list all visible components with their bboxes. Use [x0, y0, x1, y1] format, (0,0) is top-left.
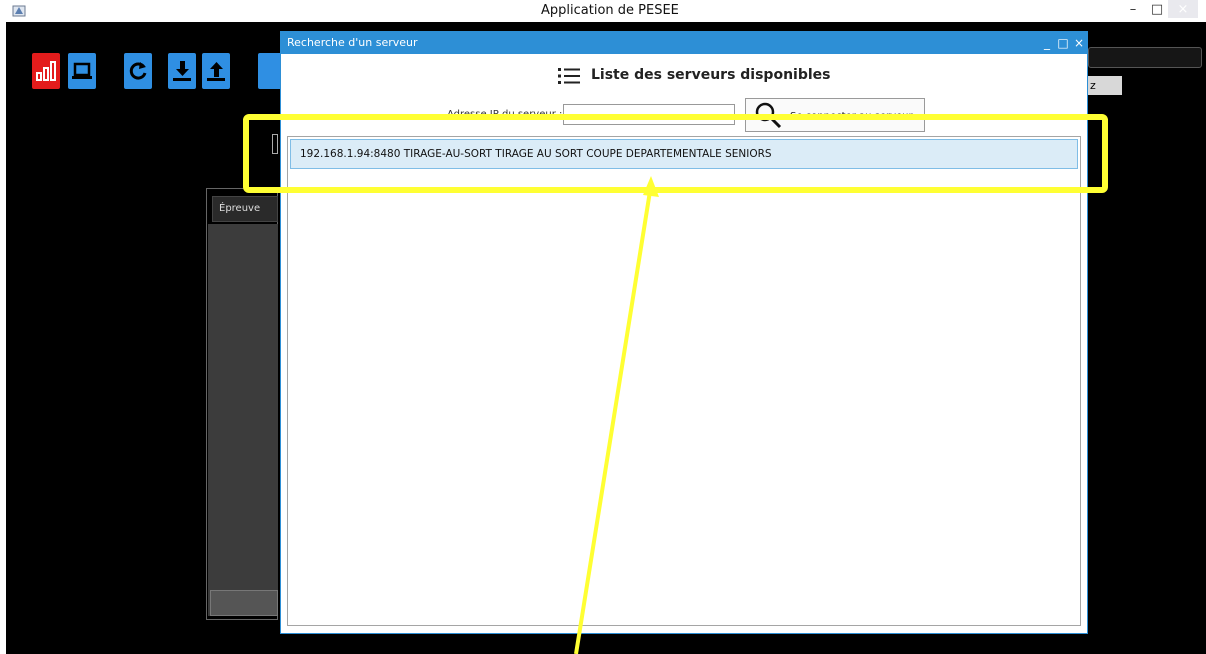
- search-icon: [755, 102, 782, 129]
- background-input[interactable]: [1088, 47, 1202, 68]
- dialog-heading: Liste des serveurs disponibles: [591, 67, 831, 83]
- computer-button[interactable]: [66, 51, 98, 91]
- address-input[interactable]: [563, 104, 735, 125]
- main-title-bar: Application de PESEE – □ ×: [0, 0, 1206, 22]
- panel-header-epreuve[interactable]: Épreuve: [212, 196, 278, 222]
- statistics-button[interactable]: [30, 51, 62, 91]
- dialog-title-bar: Recherche d'un serveur _ □ ×: [281, 32, 1087, 54]
- main-window-title: Application de PESEE: [541, 3, 679, 18]
- laptop-icon: [72, 62, 92, 79]
- dialog-minimize-button[interactable]: _: [1039, 34, 1055, 52]
- server-search-dialog: Recherche d'un serveur _ □ × Liste des s…: [280, 31, 1088, 634]
- connect-button-label: Se connecter au serveur: [790, 111, 913, 122]
- server-list-item-text: 192.168.1.94:8480 TIRAGE-AU-SORT TIRAGE …: [300, 148, 772, 160]
- toolbar-button-partial[interactable]: [256, 51, 280, 91]
- download-button[interactable]: [166, 51, 198, 91]
- bar-chart-icon: [36, 61, 56, 81]
- app-logo-icon: [12, 5, 26, 17]
- dialog-maximize-button[interactable]: □: [1055, 34, 1071, 52]
- download-icon: [173, 61, 191, 81]
- connect-button[interactable]: Se connecter au serveur: [745, 98, 925, 132]
- main-close-button[interactable]: ×: [1168, 0, 1198, 18]
- background-button[interactable]: z: [1088, 76, 1122, 95]
- panel-body: [208, 224, 278, 616]
- background-small-field[interactable]: [272, 134, 278, 154]
- upload-icon: [207, 62, 225, 81]
- address-label: Adresse IP du serveur :: [447, 109, 563, 120]
- server-list-item[interactable]: 192.168.1.94:8480 TIRAGE-AU-SORT TIRAGE …: [290, 139, 1078, 169]
- dialog-close-button[interactable]: ×: [1071, 34, 1087, 52]
- refresh-button[interactable]: [122, 51, 154, 91]
- refresh-icon: [129, 62, 147, 80]
- dialog-title: Recherche d'un serveur: [287, 36, 418, 49]
- server-list[interactable]: 192.168.1.94:8480 TIRAGE-AU-SORT TIRAGE …: [287, 136, 1081, 626]
- list-icon: [558, 68, 580, 84]
- panel-scrollbar[interactable]: [210, 590, 278, 616]
- upload-button[interactable]: [200, 51, 232, 91]
- main-minimize-button[interactable]: –: [1122, 0, 1144, 18]
- main-maximize-button[interactable]: □: [1146, 0, 1168, 18]
